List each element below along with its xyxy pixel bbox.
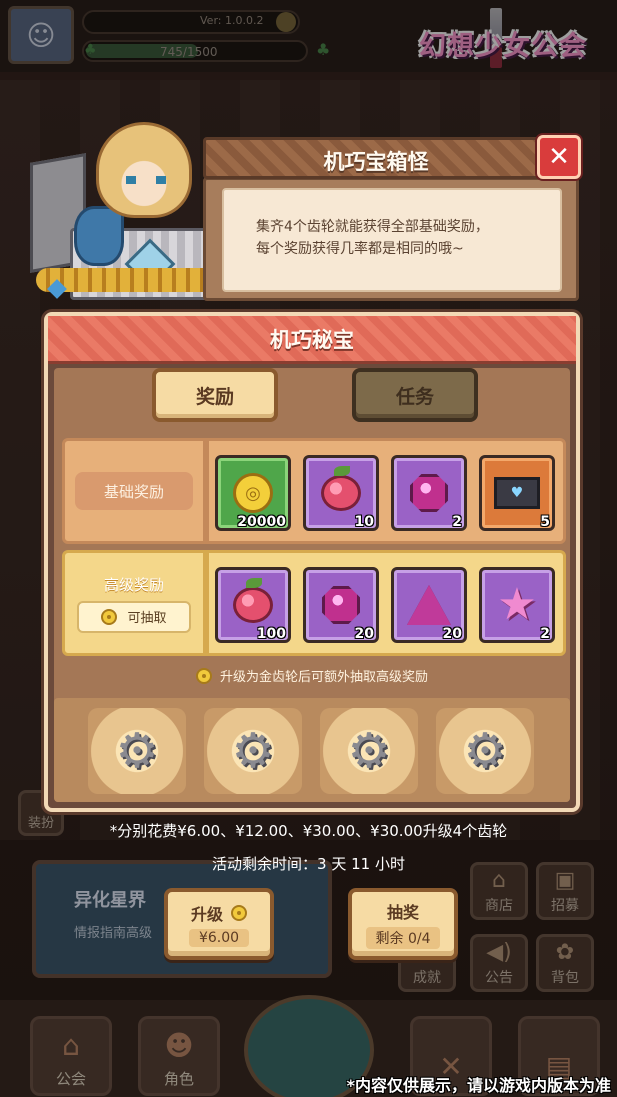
gear-icon: ⚙: [347, 723, 391, 779]
mimic-chest-character: [30, 118, 246, 314]
character-eyes: [126, 176, 166, 184]
item-qty: 10: [354, 514, 374, 530]
item-qty: 5: [540, 514, 550, 530]
advanced-reward-label-box: 高级奖励 可抽取: [71, 559, 197, 647]
upgrade-button[interactable]: 升级 ¥6.00: [164, 888, 274, 960]
letter-icon: ♥: [494, 477, 540, 509]
disclaimer: *内容仅供展示，请以游戏内版本为准: [346, 1076, 611, 1095]
gold-gear-icon: [101, 608, 118, 625]
gear-icon: ⚙: [231, 723, 275, 779]
item-qty: 2: [452, 514, 462, 530]
reward-item-fruit[interactable]: 10: [303, 455, 379, 531]
gear-slot-3[interactable]: ⚙: [320, 708, 418, 794]
draw-remaining: 剩余 0/4: [365, 927, 441, 949]
pink-fruit-icon: [321, 466, 361, 511]
item-qty: 100: [256, 626, 286, 642]
basic-reward-label-box: 基础奖励: [71, 447, 197, 535]
reward-item-gold-coin[interactable]: ◎ 20000: [215, 455, 291, 531]
reward-panel: 机巧秘宝 奖励 任务 基础奖励 ◎ 20000 10 2 ♥ 5 高级奖励 可抽…: [44, 312, 580, 812]
pink-fruit-icon: [233, 578, 273, 623]
character-bow: [74, 206, 124, 266]
basic-reward-row: 基础奖励 ◎ 20000 10 2 ♥ 5: [62, 438, 566, 544]
basic-reward-label: 基础奖励: [75, 472, 193, 510]
item-qty: 2: [540, 626, 550, 642]
item-qty: 20000: [237, 514, 286, 530]
gear-icon: ⚙: [115, 723, 159, 779]
close-button[interactable]: ✕: [537, 135, 581, 179]
cost-note: *分别花费¥6.00、¥12.00、¥30.00、¥30.00升级4个齿轮: [109, 822, 508, 840]
draw-button[interactable]: 抽奖 剩余 0/4: [348, 888, 458, 960]
tab-rewards[interactable]: 奖励: [152, 368, 278, 422]
gear-slot-1[interactable]: ⚙: [88, 708, 186, 794]
reward-item-gem[interactable]: 20: [303, 567, 379, 643]
upgrade-hint-text: 升级为金齿轮后可额外抽取高级奖励: [219, 670, 428, 685]
info-paper: 集齐4个齿轮就能获得全部基础奖励， 每个奖励获得几率都是相同的哦~: [222, 188, 562, 292]
item-qty: 20: [354, 626, 374, 642]
gear-icon: ⚙: [463, 723, 507, 779]
gold-gear-icon: [195, 667, 212, 684]
upgrade-button-label: 升级: [190, 905, 223, 924]
item-qty: 20: [442, 626, 462, 642]
gold-gear-icon: [231, 905, 247, 921]
panel-header: 机巧秘宝: [48, 316, 576, 364]
reward-item-gem[interactable]: 2: [391, 455, 467, 531]
info-dialog-body: 集齐4个齿轮就能获得全部基础奖励， 每个奖励获得几率都是相同的哦~: [203, 177, 579, 301]
upgrade-price: ¥6.00: [188, 929, 250, 947]
draw-button-label: 抽奖: [386, 903, 419, 922]
character-head: [96, 122, 192, 218]
gold-coin-icon: ◎: [233, 473, 273, 513]
drawable-label: 可抽取: [127, 611, 167, 626]
info-dialog-header: 机巧宝箱怪: [203, 137, 543, 179]
time-remaining: 活动剩余时间：3 天 11 小时: [212, 855, 405, 873]
panel-title: 机巧秘宝: [270, 328, 354, 352]
row-divider: [203, 441, 209, 541]
info-line-2: 每个奖励获得几率都是相同的哦~: [256, 241, 464, 257]
gear-slot-4[interactable]: ⚙: [436, 708, 534, 794]
advanced-reward-label: 高级奖励: [103, 575, 164, 594]
close-icon: ✕: [548, 142, 570, 172]
upgrade-hint: 升级为金齿轮后可额外抽取高级奖励: [48, 666, 576, 685]
pink-gem-icon: [322, 586, 360, 624]
drawable-badge: 可抽取: [77, 600, 191, 633]
reward-item-letter[interactable]: ♥ 5: [479, 455, 555, 531]
pink-triangle-icon: [407, 585, 451, 625]
gear-slot-2[interactable]: ⚙: [204, 708, 302, 794]
reward-item-fruit[interactable]: 100: [215, 567, 291, 643]
tab-tasks[interactable]: 任务: [352, 368, 478, 422]
reward-item-triangle[interactable]: 20: [391, 567, 467, 643]
row-divider: [203, 553, 209, 653]
reward-item-star[interactable]: ★ 2: [479, 567, 555, 643]
info-dialog-title: 机巧宝箱怪: [323, 150, 429, 174]
pink-gem-icon: [410, 474, 448, 512]
pink-star-icon: ★: [497, 579, 537, 630]
info-line-1: 集齐4个齿轮就能获得全部基础奖励，: [256, 219, 489, 235]
advanced-reward-row: 高级奖励 可抽取 100 20 20 ★ 2: [62, 550, 566, 656]
info-dialog: 集齐4个齿轮就能获得全部基础奖励， 每个奖励获得几率都是相同的哦~ 机巧宝箱怪 …: [203, 135, 581, 301]
